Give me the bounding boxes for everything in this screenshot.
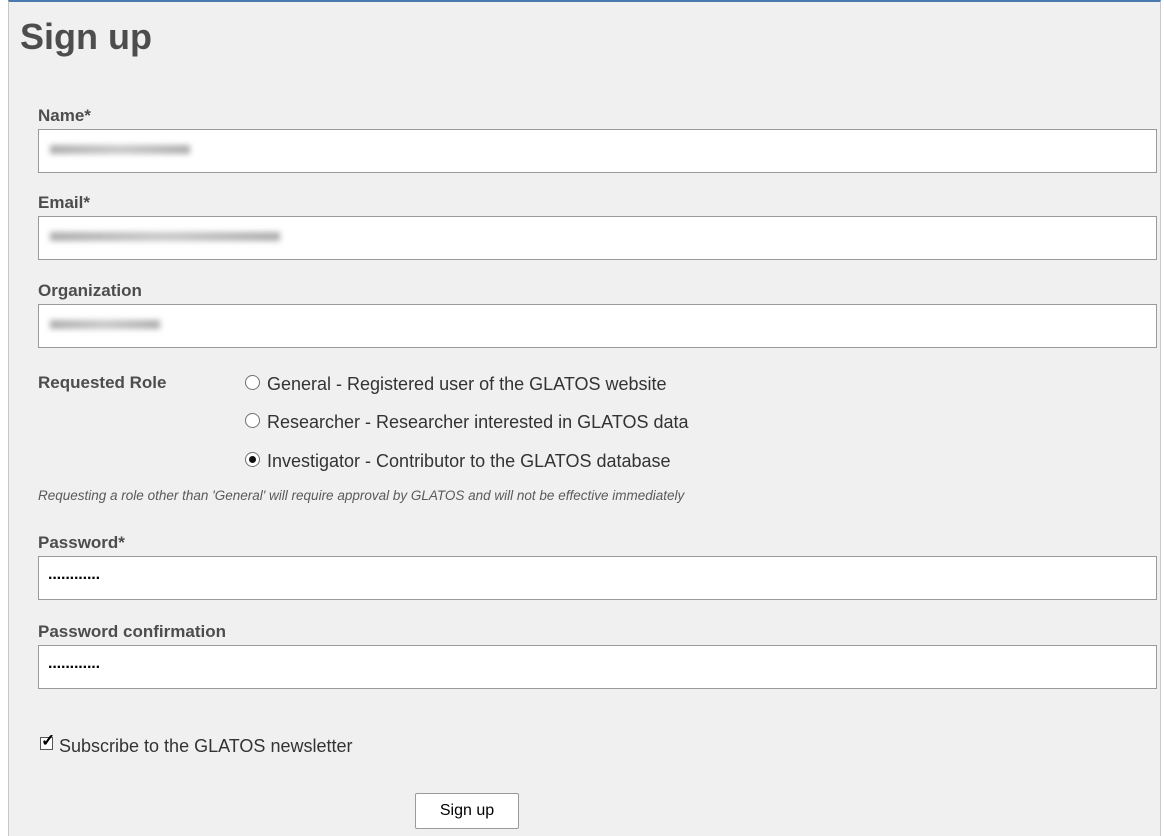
signup-panel: Sign up Name* Email* Organization Reques… — [8, 0, 1161, 836]
password-masked-value: ············ — [48, 570, 101, 587]
radio-investigator[interactable] — [245, 452, 260, 467]
name-label: Name* — [38, 106, 91, 125]
redacted-name-value — [50, 145, 190, 154]
password-label: Password* — [38, 533, 125, 552]
role-option-general-label: General - Registered user of the GLATOS … — [267, 374, 667, 394]
requested-role-label: Requested Role — [38, 373, 167, 392]
password-field[interactable]: ············ — [38, 556, 1157, 600]
redacted-email-value — [50, 232, 280, 241]
email-label: Email* — [38, 193, 90, 212]
password-confirmation-masked-value: ············ — [48, 659, 101, 676]
role-option-investigator-label: Investigator - Contributor to the GLATOS… — [267, 451, 671, 471]
page-title: Sign up — [20, 16, 152, 57]
organization-field[interactable] — [38, 304, 1157, 348]
newsletter-checkbox[interactable]: ✓ — [40, 732, 55, 750]
radio-general[interactable] — [245, 375, 260, 390]
sign-up-button[interactable]: Sign up — [415, 793, 519, 829]
redacted-organization-value — [50, 320, 160, 329]
role-approval-note: Requesting a role other than 'General' w… — [38, 488, 685, 503]
password-confirmation-label: Password confirmation — [38, 622, 226, 641]
email-field[interactable] — [38, 216, 1157, 260]
password-confirmation-field[interactable]: ············ — [38, 645, 1157, 689]
radio-researcher[interactable] — [245, 413, 260, 428]
checkmark-icon: ✓ — [41, 731, 56, 750]
name-field[interactable] — [38, 129, 1157, 173]
newsletter-label[interactable]: Subscribe to the GLATOS newsletter — [59, 736, 352, 757]
organization-label: Organization — [38, 281, 142, 300]
role-option-researcher-label: Researcher - Researcher interested in GL… — [267, 412, 689, 432]
